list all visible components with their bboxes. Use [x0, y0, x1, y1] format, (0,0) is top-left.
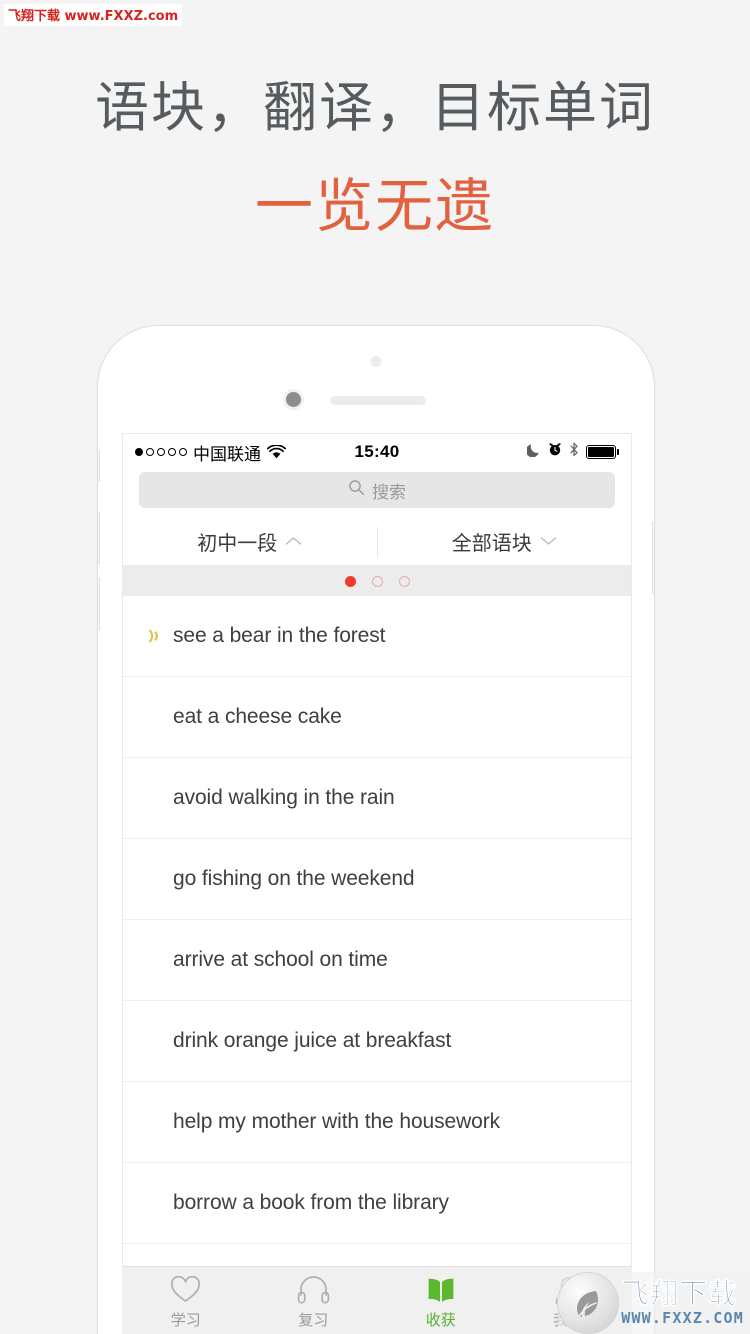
- moon-do-not-disturb-icon: [525, 442, 541, 462]
- chevron-down-icon: [540, 533, 557, 551]
- bottom-watermark-en: WWW.FXXZ.COM: [621, 1309, 744, 1327]
- page-dot-1[interactable]: [344, 575, 356, 587]
- list-item-label: arrive at school on time: [173, 948, 388, 971]
- volume-up-button: [98, 512, 100, 564]
- list-item-label: borrow a book from the library: [173, 1191, 449, 1214]
- phrase-list: see a bear in the forest eat a cheese ca…: [123, 596, 631, 1244]
- filter-chunk-selector[interactable]: 全部语块: [378, 518, 632, 565]
- earpiece-speaker-icon: [330, 396, 426, 405]
- list-item[interactable]: go fishing on the weekend: [123, 839, 631, 920]
- search-placeholder: 搜索: [372, 482, 406, 503]
- search-icon: [348, 479, 365, 501]
- battery-full-icon: [586, 445, 619, 459]
- tab-review[interactable]: 复习: [250, 1267, 378, 1334]
- tab-review-label: 复习: [298, 1310, 329, 1329]
- front-camera-icon: [286, 392, 301, 407]
- feather-circle-logo-icon: [557, 1272, 620, 1334]
- page-indicator[interactable]: [123, 566, 631, 596]
- tab-study-label: 学习: [170, 1310, 201, 1329]
- page-dot-3[interactable]: [398, 575, 410, 587]
- list-item-label: eat a cheese cake: [173, 705, 342, 728]
- list-item[interactable]: drink orange juice at breakfast: [123, 1001, 631, 1082]
- headline-block: 语块，翻译，目标单词 一览无遗: [0, 74, 750, 241]
- bottom-watermark-text: 飞翔下载 WWW.FXXZ.COM: [621, 1277, 750, 1327]
- filter-row: 初中一段 全部语块: [123, 518, 631, 566]
- bottom-watermark-cn: 飞翔下载: [621, 1277, 738, 1310]
- wifi-icon: [267, 445, 286, 459]
- list-item[interactable]: help my mother with the housework: [123, 1082, 631, 1163]
- alarm-clock-icon: [548, 442, 562, 462]
- page-dot-2[interactable]: [371, 575, 383, 587]
- phone-screen: 中国联通 15:40 搜索 初中一段 全部语块 see a bear in th…: [122, 433, 632, 1334]
- status-bar-left: 中国联通: [135, 440, 286, 465]
- list-item[interactable]: borrow a book from the library: [123, 1163, 631, 1244]
- list-item-label: see a bear in the forest: [173, 624, 386, 647]
- tab-harvest-label: 收获: [425, 1310, 456, 1329]
- list-item[interactable]: avoid walking in the rain: [123, 758, 631, 839]
- carrier-label: 中国联通: [193, 444, 261, 465]
- tab-harvest[interactable]: 收获: [377, 1267, 505, 1334]
- search-bar-container: 搜索: [123, 470, 631, 518]
- list-item-label: go fishing on the weekend: [173, 867, 415, 890]
- proximity-sensor-icon: [370, 356, 382, 367]
- filter-grade-label: 初中一段: [197, 531, 278, 555]
- heart-icon: [170, 1274, 201, 1304]
- open-book-icon: [425, 1274, 457, 1304]
- signal-strength-icon: [135, 448, 187, 456]
- filter-grade-selector[interactable]: 初中一段: [123, 518, 377, 565]
- top-watermark: 飞翔下载 www.FXXZ.com: [4, 4, 183, 26]
- sound-wave-icon[interactable]: [145, 625, 173, 647]
- promo-screenshot: 飞翔下载 www.FXXZ.com 语块，翻译，目标单词 一览无遗 中国联通 1…: [0, 0, 750, 1334]
- phone-mockup: 中国联通 15:40 搜索 初中一段 全部语块 see a bear in th…: [97, 325, 655, 1334]
- list-item[interactable]: arrive at school on time: [123, 920, 631, 1001]
- volume-down-button: [98, 578, 100, 630]
- tab-study[interactable]: 学习: [122, 1267, 250, 1334]
- status-bar: 中国联通 15:40: [123, 434, 631, 470]
- chevron-up-icon: [285, 533, 302, 551]
- power-button: [652, 522, 654, 594]
- list-item[interactable]: see a bear in the forest: [123, 596, 631, 677]
- bottom-watermark: 飞翔下载 WWW.FXXZ.COM: [557, 1272, 750, 1334]
- list-item-label: drink orange juice at breakfast: [173, 1029, 452, 1052]
- list-item-label: help my mother with the housework: [173, 1110, 501, 1133]
- bottom-tab-bar: 学习 复习 收获: [122, 1266, 632, 1334]
- headline-line-2: 一览无遗: [254, 171, 495, 240]
- list-item[interactable]: eat a cheese cake: [123, 677, 631, 758]
- list-item-label: avoid walking in the rain: [173, 786, 395, 809]
- mute-switch: [98, 451, 100, 481]
- headline-line-1: 语块，翻译，目标单词: [95, 76, 655, 139]
- bluetooth-icon: [569, 442, 579, 462]
- filter-chunk-label: 全部语块: [451, 531, 532, 555]
- search-input[interactable]: 搜索: [139, 472, 615, 508]
- headphones-icon: [297, 1274, 330, 1304]
- status-bar-right: [525, 442, 619, 462]
